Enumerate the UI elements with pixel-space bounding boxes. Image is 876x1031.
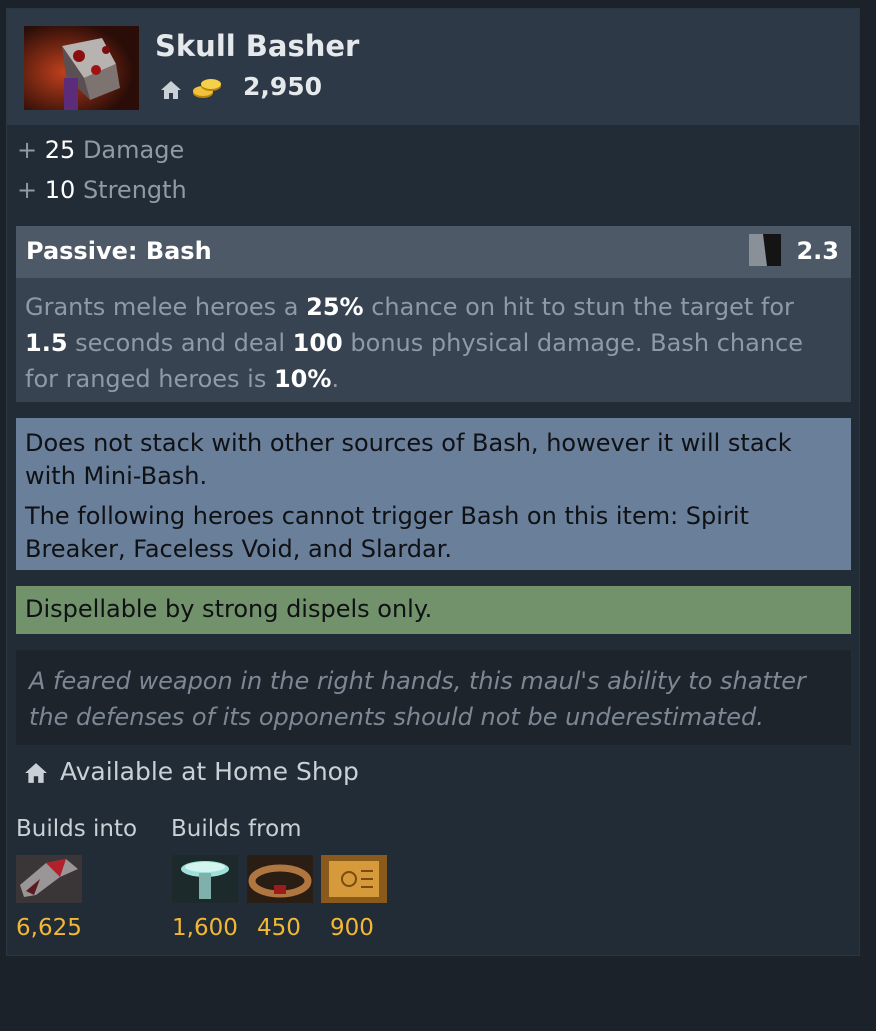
- stat-sign: +: [17, 176, 38, 204]
- item-tooltip: Skull Basher 2,950 + 25 Damage + 10 Stre…: [6, 8, 860, 956]
- stun-duration: 1.5: [25, 329, 68, 357]
- stat-sign: +: [17, 136, 38, 164]
- home-icon: [160, 79, 182, 101]
- description-text: Grants melee heroes a: [25, 293, 307, 321]
- ability-name: Passive: Bash: [26, 237, 212, 265]
- ability-description: Grants melee heroes a 25% chance on hit …: [16, 278, 851, 402]
- description-text: .: [331, 365, 340, 393]
- builds-into-label: Builds into: [16, 816, 138, 842]
- stat-label: Damage: [82, 136, 185, 164]
- component-cost: 900: [330, 915, 374, 941]
- stat-strength: + 10 Strength: [17, 176, 187, 204]
- builds-from-label: Builds from: [171, 816, 302, 842]
- abyssal-blade-icon[interactable]: [16, 855, 82, 903]
- bonus-damage: 100: [292, 329, 343, 357]
- mithril-hammer-icon[interactable]: [172, 855, 238, 903]
- home-icon: [24, 761, 48, 785]
- stat-value: 10: [44, 176, 76, 204]
- component-cost: 450: [257, 915, 301, 941]
- dispel-info: Dispellable by strong dispels only.: [16, 586, 851, 634]
- item-name: Skull Basher: [155, 29, 360, 63]
- cooldown-icon: [749, 234, 781, 266]
- shop-availability: Available at Home Shop: [60, 757, 359, 786]
- item-header: Skull Basher 2,950: [7, 9, 859, 125]
- cooldown-value: 2.3: [796, 237, 839, 265]
- bash-chance-melee: 25%: [306, 293, 364, 321]
- stat-damage: + 25 Damage: [17, 136, 184, 164]
- gold-coins-icon: [192, 76, 222, 100]
- description-text: seconds and deal: [67, 329, 293, 357]
- item-lore: A feared weapon in the right hands, this…: [16, 650, 851, 745]
- bash-chance-ranged: 10%: [273, 365, 332, 393]
- ability-notes: Does not stack with other sources of Bas…: [16, 418, 851, 570]
- component-cost: 6,625: [16, 915, 82, 941]
- item-cost: 2,950: [243, 72, 323, 101]
- recipe-scroll-icon[interactable]: [321, 855, 387, 903]
- skull-basher-icon: [24, 26, 139, 110]
- belt-of-strength-icon[interactable]: [247, 855, 313, 903]
- stat-label: Strength: [82, 176, 187, 204]
- description-text: chance on hit to stun the target for: [363, 293, 794, 321]
- component-cost: 1,600: [172, 915, 238, 941]
- note-stacking: Does not stack with other sources of Bas…: [25, 429, 792, 490]
- ability-header: Passive: Bash 2.3: [16, 226, 851, 278]
- stat-value: 25: [44, 136, 76, 164]
- note-exclusions: The following heroes cannot trigger Bash…: [25, 502, 749, 563]
